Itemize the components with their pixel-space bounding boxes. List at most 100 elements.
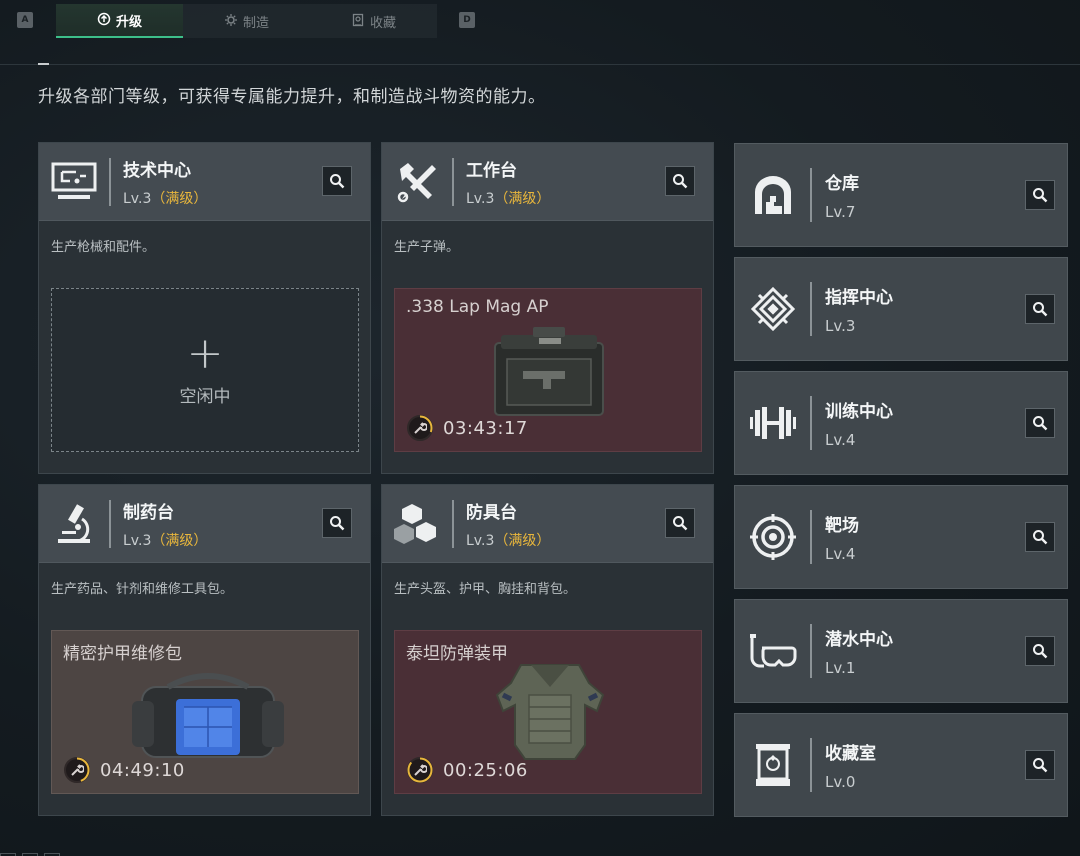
card-header: 工作台 Lv.3（满级） bbox=[382, 143, 713, 221]
header-marker bbox=[38, 63, 49, 65]
card-header: 制药台 Lv.3（满级） bbox=[39, 485, 370, 563]
target-icon bbox=[735, 485, 810, 589]
header-divider bbox=[452, 157, 454, 206]
facility-card-armor-bench[interactable]: 防具台 Lv.3（满级） 生产头盔、护甲、胸挂和背包。 泰坦防弹装甲 00:25… bbox=[381, 484, 714, 816]
facility-title: 收藏室 bbox=[825, 744, 876, 764]
facility-collection-room[interactable]: 收藏室 Lv.0 bbox=[734, 713, 1068, 817]
card-level: Lv.3（满级） bbox=[466, 532, 551, 549]
facility-card-pharmacy[interactable]: 制药台 Lv.3（满级） 生产药品、针剂和维修工具包。 精密护甲维修包 04:4… bbox=[38, 484, 371, 816]
facility-training-center[interactable]: 训练中心 Lv.4 bbox=[734, 371, 1068, 475]
item-name: 精密护甲维修包 bbox=[63, 644, 182, 664]
facility-title: 仓库 bbox=[825, 174, 859, 194]
craft-timer: 03:43:17 bbox=[407, 415, 528, 441]
card-level: Lv.3（满级） bbox=[466, 190, 551, 207]
search-icon bbox=[1033, 302, 1048, 317]
search-icon bbox=[330, 516, 345, 531]
facility-level: Lv.4 bbox=[825, 545, 856, 563]
microscope-icon bbox=[39, 485, 109, 563]
facility-card-workbench[interactable]: 工作台 Lv.3（满级） 生产子弹。 .338 Lap Mag AP 03:43… bbox=[381, 142, 714, 474]
diving-mask-icon bbox=[735, 599, 810, 703]
facility-title: 指挥中心 bbox=[825, 288, 893, 308]
collection-icon bbox=[351, 13, 365, 30]
craft-slot-idle[interactable]: + 空闲中 bbox=[51, 288, 359, 452]
craft-timer: 04:49:10 bbox=[64, 757, 185, 783]
key-hint-right: D bbox=[459, 12, 475, 28]
header-divider bbox=[452, 499, 454, 548]
header-divider bbox=[810, 396, 812, 450]
facility-level: Lv.0 bbox=[825, 773, 856, 791]
page-description: 升级各部门等级，可获得专属能力提升，和制造战斗物资的能力。 bbox=[38, 87, 546, 107]
facility-level: Lv.3 bbox=[825, 317, 856, 335]
tab-upgrade[interactable]: 升级 bbox=[56, 4, 183, 38]
craft-timer: 00:25:06 bbox=[407, 757, 528, 783]
tools-icon bbox=[382, 143, 452, 221]
header-divider bbox=[109, 157, 111, 206]
computer-icon bbox=[39, 143, 109, 221]
card-header: 防具台 Lv.3（满级） bbox=[382, 485, 713, 563]
search-icon bbox=[1033, 530, 1048, 545]
facility-title: 潜水中心 bbox=[825, 630, 893, 650]
plus-icon: + bbox=[186, 327, 224, 379]
header-divider bbox=[109, 499, 111, 548]
header-divider bbox=[0, 64, 1080, 65]
facility-command-center[interactable]: 指挥中心 Lv.3 bbox=[734, 257, 1068, 361]
card-description: 生产药品、针剂和维修工具包。 bbox=[51, 582, 234, 597]
craft-slot-active[interactable]: .338 Lap Mag AP 03:43:17 bbox=[394, 288, 702, 452]
card-description: 生产枪械和配件。 bbox=[51, 240, 156, 255]
card-header: 技术中心 Lv.3（满级） bbox=[39, 143, 370, 221]
search-button[interactable] bbox=[1025, 180, 1055, 210]
search-button[interactable] bbox=[1025, 522, 1055, 552]
bottom-hint-bar bbox=[0, 846, 160, 856]
wrench-timer-icon bbox=[407, 757, 433, 783]
search-button[interactable] bbox=[322, 166, 352, 196]
craft-icon bbox=[224, 13, 238, 30]
tab-collection[interactable]: 收藏 bbox=[310, 4, 437, 38]
wrench-timer-icon bbox=[64, 757, 90, 783]
search-button[interactable] bbox=[665, 508, 695, 538]
timer-text: 00:25:06 bbox=[443, 759, 528, 781]
card-description: 生产头盔、护甲、胸挂和背包。 bbox=[394, 582, 577, 597]
repair-kit-image bbox=[132, 673, 284, 758]
header-divider bbox=[810, 282, 812, 336]
craft-slot-active[interactable]: 精密护甲维修包 04:49:10 bbox=[51, 630, 359, 794]
facility-diving-center[interactable]: 潜水中心 Lv.1 bbox=[734, 599, 1068, 703]
facility-shooting-range[interactable]: 靶场 Lv.4 bbox=[734, 485, 1068, 589]
tab-craft[interactable]: 制造 bbox=[183, 4, 310, 38]
search-button[interactable] bbox=[1025, 294, 1055, 324]
search-icon bbox=[1033, 188, 1048, 203]
timer-text: 04:49:10 bbox=[100, 759, 185, 781]
trophy-case-icon bbox=[735, 713, 810, 817]
command-center-icon bbox=[735, 257, 810, 361]
warehouse-icon bbox=[735, 143, 810, 247]
search-icon bbox=[330, 174, 345, 189]
craft-slot-active[interactable]: 泰坦防弹装甲 00:25:06 bbox=[394, 630, 702, 794]
search-icon bbox=[1033, 416, 1048, 431]
dumbbell-icon bbox=[735, 371, 810, 475]
card-title: 防具台 bbox=[466, 502, 517, 523]
card-title: 工作台 bbox=[466, 160, 517, 181]
facility-level: Lv.1 bbox=[825, 659, 856, 677]
search-button[interactable] bbox=[1025, 750, 1055, 780]
facility-warehouse[interactable]: 仓库 Lv.7 bbox=[734, 143, 1068, 247]
search-button[interactable] bbox=[665, 166, 695, 196]
idle-label: 空闲中 bbox=[179, 386, 231, 407]
card-title: 技术中心 bbox=[123, 160, 191, 181]
upgrade-icon bbox=[97, 12, 111, 29]
search-button[interactable] bbox=[1025, 636, 1055, 666]
facility-level: Lv.7 bbox=[825, 203, 856, 221]
facility-title: 训练中心 bbox=[825, 402, 893, 422]
cubes-icon bbox=[382, 485, 452, 563]
search-button[interactable] bbox=[322, 508, 352, 538]
search-icon bbox=[1033, 644, 1048, 659]
tab-craft-label: 制造 bbox=[242, 15, 269, 31]
search-button[interactable] bbox=[1025, 408, 1055, 438]
header-divider bbox=[810, 510, 812, 564]
card-level: Lv.3（满级） bbox=[123, 190, 208, 207]
search-icon bbox=[673, 516, 688, 531]
timer-text: 03:43:17 bbox=[443, 417, 528, 439]
header-divider bbox=[810, 738, 812, 792]
facility-card-tech-center[interactable]: 技术中心 Lv.3（满级） 生产枪械和配件。 + 空闲中 bbox=[38, 142, 371, 474]
header-divider bbox=[810, 624, 812, 678]
card-level: Lv.3（满级） bbox=[123, 532, 208, 549]
search-icon bbox=[673, 174, 688, 189]
